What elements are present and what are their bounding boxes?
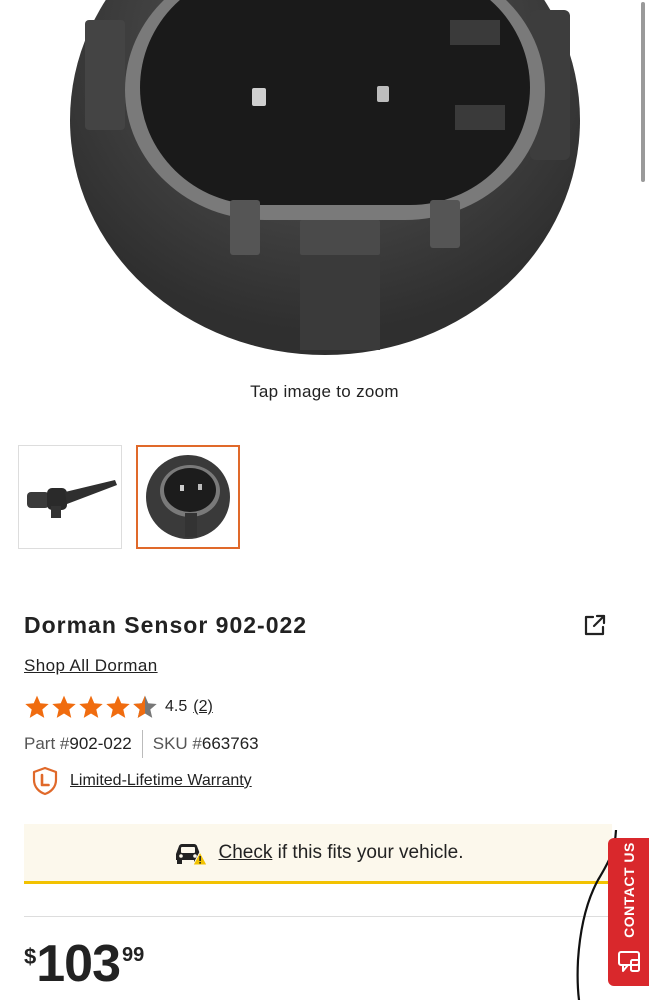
thumbnail-sensor-connector[interactable] [136, 445, 240, 549]
thumbnail-sensor-side[interactable] [18, 445, 122, 549]
star-icon [52, 695, 76, 718]
fit-text: Check if this fits your vehicle. [219, 842, 464, 864]
part-number: 902-022 [69, 734, 132, 753]
contact-us-button[interactable]: CONTACT US [608, 838, 649, 986]
part-label: Part # [24, 734, 70, 753]
share-icon[interactable] [582, 612, 608, 638]
zoom-hint: Tap image to zoom [250, 382, 399, 401]
price: $ 103 99 [24, 938, 144, 990]
sku-label: SKU # [152, 734, 202, 753]
product-image[interactable] [0, 0, 649, 360]
review-count-link[interactable]: (2) [193, 698, 213, 716]
star-icon [106, 695, 130, 718]
car-warning-icon [175, 843, 207, 865]
product-title: Dorman Sensor 902-022 [24, 612, 308, 638]
warranty-shield-icon [32, 766, 58, 796]
divider [141, 730, 143, 758]
star-icon [25, 695, 49, 718]
star-rating [24, 694, 159, 720]
price-cents: 99 [122, 944, 145, 966]
divider [24, 916, 612, 917]
warranty-link[interactable]: Limited-Lifetime Warranty [70, 772, 252, 790]
star-icon [79, 695, 103, 718]
half-star-icon [133, 695, 157, 718]
rating-value: 4.5 [165, 698, 188, 715]
part-sku-row: Part # 902-022 SKU # 663763 [24, 730, 259, 758]
price-currency: $ [24, 944, 37, 969]
rating[interactable]: 4.5 (2) [24, 694, 213, 720]
contact-us-label: CONTACT US [621, 842, 637, 938]
warranty[interactable]: Limited-Lifetime Warranty [32, 766, 252, 796]
vehicle-fit-check[interactable]: Check if this fits your vehicle. [24, 824, 612, 884]
check-fit-link[interactable]: Check [219, 842, 273, 863]
price-dollars: 103 [36, 935, 121, 993]
chat-icon [618, 951, 640, 972]
scrollbar[interactable] [641, 2, 645, 182]
sku-number: 663763 [201, 734, 259, 753]
shop-all-link[interactable]: Shop All Dorman [24, 656, 158, 676]
fit-message: if this fits your vehicle. [272, 841, 464, 863]
